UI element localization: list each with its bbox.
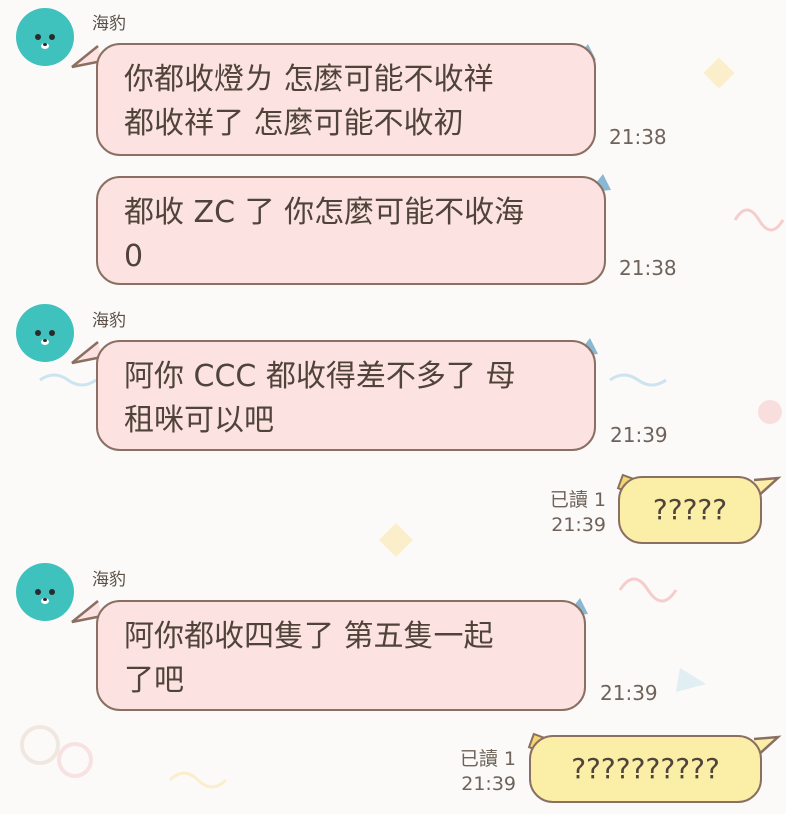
contact-avatar[interactable] (16, 304, 74, 362)
avatar-eye (35, 589, 41, 595)
sender-name: 海豹 (92, 311, 126, 331)
outgoing-message-bubble[interactable]: ????? (618, 476, 762, 544)
avatar-nose (41, 339, 49, 345)
contact-avatar[interactable] (16, 563, 74, 621)
outgoing-message-bubble[interactable]: ?????????? (529, 735, 762, 803)
avatar-eye (49, 589, 55, 595)
message-timestamp: 21:39 (551, 514, 606, 536)
sender-name: 海豹 (92, 14, 126, 34)
contact-avatar[interactable] (16, 8, 74, 66)
read-receipt: 已讀 1 (459, 748, 516, 770)
avatar-eye (35, 330, 41, 336)
read-receipt: 已讀 1 (549, 489, 606, 511)
sender-name: 海豹 (92, 570, 126, 590)
message-timestamp: 21:39 (610, 423, 668, 447)
message-timestamp: 21:38 (619, 256, 677, 280)
incoming-message-bubble[interactable]: 阿你 CCC 都收得差不多了 母 租咪可以吧 (96, 340, 596, 451)
avatar-eye (49, 330, 55, 336)
avatar-nose (41, 43, 49, 49)
avatar-eye (49, 34, 55, 40)
message-timestamp: 21:39 (461, 773, 516, 795)
avatar-nose (41, 598, 49, 604)
message-timestamp: 21:39 (600, 681, 658, 705)
read-receipt-and-time: 已讀 1 21:39 (440, 747, 516, 797)
incoming-message-bubble[interactable]: 阿你都收四隻了 第五隻一起 了吧 (96, 600, 586, 711)
incoming-message-bubble[interactable]: 都收 ZC 了 你怎麼可能不收海 0 (96, 176, 606, 285)
message-timestamp: 21:38 (609, 125, 667, 149)
incoming-message-bubble[interactable]: 你都收燈ㄌ 怎麼可能不收祥 都收祥了 怎麼可能不收初 (96, 43, 596, 156)
avatar-eye (35, 34, 41, 40)
read-receipt-and-time: 已讀 1 21:39 (530, 488, 606, 538)
